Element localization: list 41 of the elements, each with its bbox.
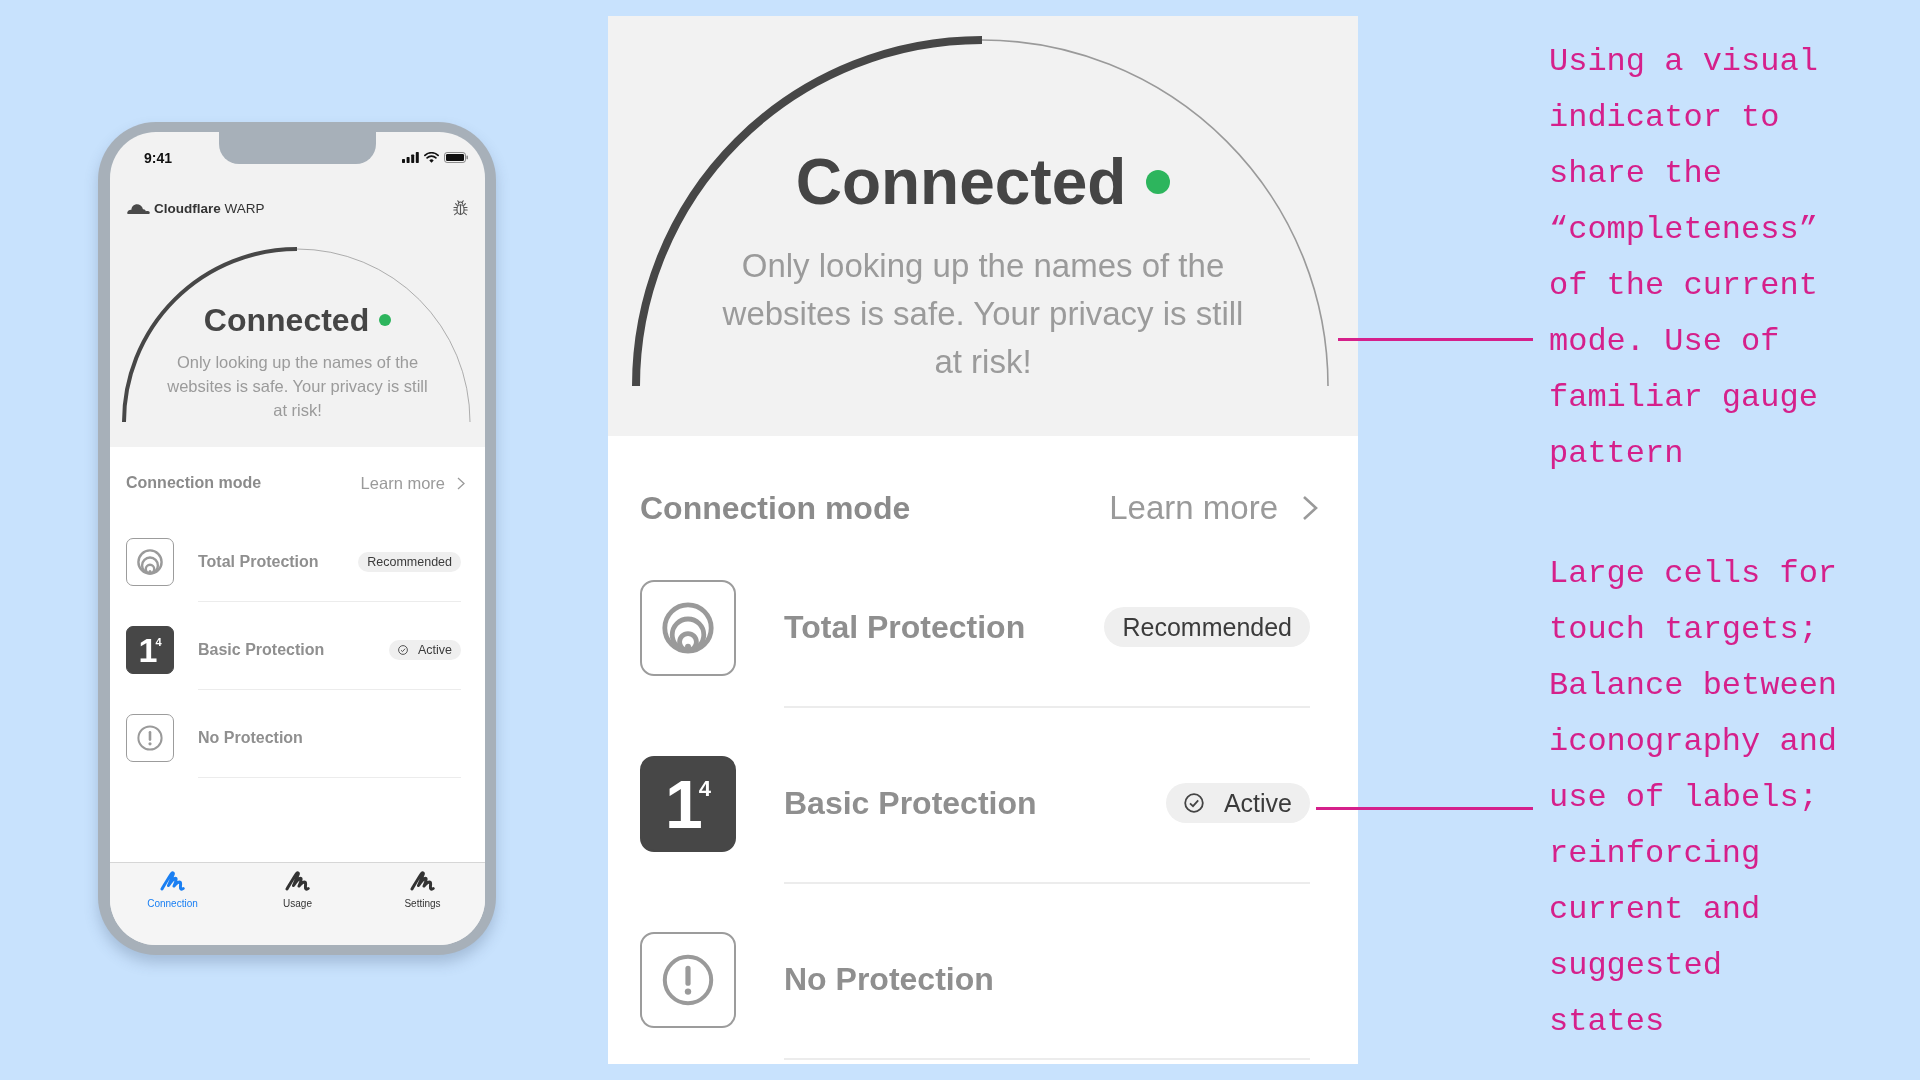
connection-status: Connected xyxy=(203,301,370,339)
mode-title[interactable]: Total Protection xyxy=(784,608,1105,646)
bug-icon[interactable] xyxy=(453,200,468,216)
badge-label: Active xyxy=(417,642,452,657)
section-title: Connection mode xyxy=(126,474,262,492)
battery-icon xyxy=(444,152,468,163)
annotation-text: Using a visual indicator to share the “completeness” of the current mode. Use of familiar gauge pattern xyxy=(1549,42,1819,474)
tag-badge: Recommended xyxy=(1104,607,1310,647)
signal-icon xyxy=(402,152,419,163)
rings-icon[interactable] xyxy=(126,538,174,586)
section-title: Connection mode xyxy=(640,489,911,527)
scribble-icon xyxy=(285,870,310,892)
chevron-right-icon xyxy=(457,476,465,490)
scribble-icon xyxy=(410,870,435,892)
rings-icon[interactable] xyxy=(640,580,736,676)
tab-item[interactable]: Usage xyxy=(235,863,360,910)
tab-item[interactable]: Settings xyxy=(360,863,485,910)
check-circle-icon xyxy=(397,644,408,655)
mode-title[interactable]: Basic Protection xyxy=(198,640,389,659)
logo-tile[interactable]: 1$^{4}$ xyxy=(640,756,736,852)
learn-more-link[interactable]: Learn more xyxy=(360,473,465,493)
mode-title[interactable]: Basic Protection xyxy=(784,784,1166,822)
check-circle-icon xyxy=(1183,793,1204,813)
mode-title[interactable]: No Protection xyxy=(198,728,461,747)
wifi-icon xyxy=(424,152,439,163)
badge-label: Active xyxy=(1223,788,1292,818)
logo-tile[interactable]: 1$^{4}$ xyxy=(126,626,174,674)
status-time: 9:41 xyxy=(144,149,173,166)
mode-title[interactable]: No Protection xyxy=(784,960,1310,998)
status-description: Only looking up the names of the websites is safe. Your privacy is still at risk! xyxy=(166,352,429,421)
cloud-icon xyxy=(126,202,150,214)
mode-title[interactable]: Total Protection xyxy=(198,552,359,571)
status-description: Only looking up the names of the websites is safe. Your privacy is still at risk! xyxy=(721,246,1245,382)
tab-item[interactable]: Connection xyxy=(110,863,235,910)
connection-status: Connected xyxy=(795,145,1127,220)
learn-more-link[interactable]: Learn more xyxy=(1109,488,1318,528)
scribble-icon xyxy=(160,870,185,892)
tag-badge: Recommended xyxy=(358,551,461,572)
brand-title: Cloudflare WARP xyxy=(154,200,265,216)
annotation-text: Large cells for touch targets; Balance between iconography and use of labels; reinforcing current and suggested states xyxy=(1549,554,1839,1042)
chevron-right-icon xyxy=(1302,495,1318,521)
